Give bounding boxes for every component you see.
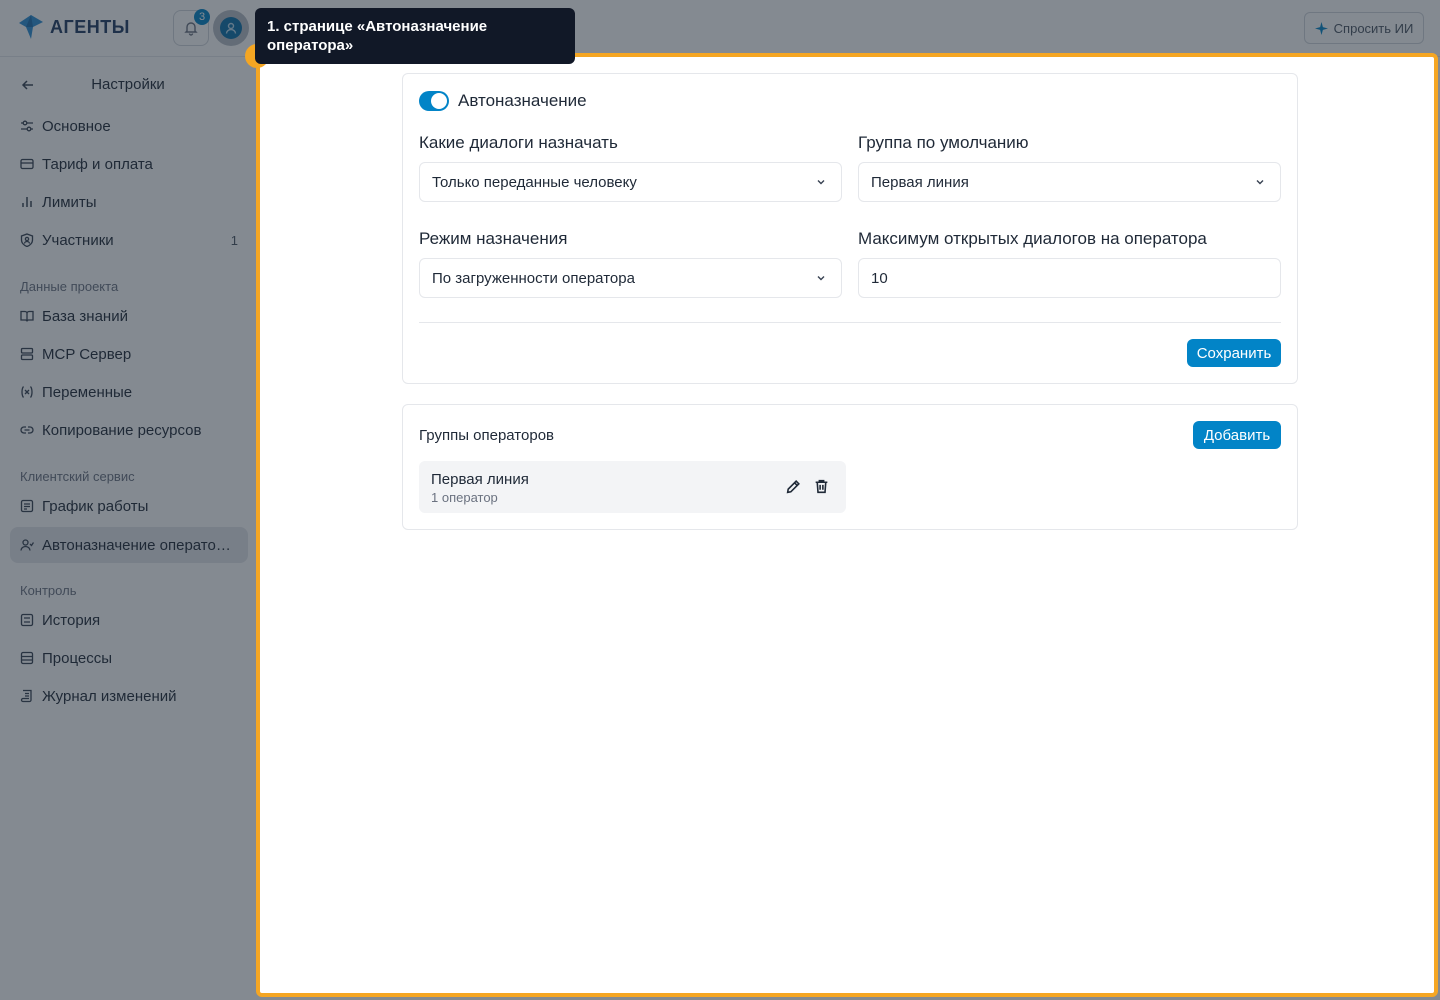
mode-label: Режим назначения [419, 229, 568, 248]
max-dialogs-input[interactable] [858, 258, 1281, 298]
sidebar-item-label: Процессы [42, 649, 113, 667]
sidebar-header: Настройки [0, 72, 256, 98]
autoassign-settings-card: Автоназначение Какие диалоги назначать Т… [402, 73, 1298, 384]
autoassign-toggle[interactable] [419, 91, 449, 111]
sparkle-icon [1314, 21, 1328, 35]
mode-select[interactable]: По загруженности оператора [419, 258, 842, 298]
ask-ai-button[interactable]: Спросить ИИ [1304, 12, 1424, 44]
sidebar-item-variables[interactable]: Переменные [10, 374, 248, 410]
max-dialogs-label: Максимум открытых диалогов на оператора [858, 229, 1207, 248]
sidebar-item-label: Участники [42, 231, 114, 249]
toggle-knob [431, 93, 447, 109]
sidebar-item-label: История [42, 611, 101, 629]
sidebar-item-copy-resources[interactable]: Копирование ресурсов [10, 412, 248, 448]
autoassign-toggle-row: Автоназначение [419, 91, 587, 111]
add-group-button[interactable]: Добавить [1193, 421, 1281, 449]
default-group-label: Группа по умолчанию [858, 133, 1029, 152]
sidebar-item-billing[interactable]: Тариф и оплата [10, 146, 248, 182]
sidebar-item-label: Автоназначение операторов [42, 536, 234, 554]
bar-chart-icon [20, 195, 34, 209]
shield-user-icon [20, 233, 34, 247]
sidebar-item-schedule[interactable]: График работы [10, 488, 248, 524]
sidebar-item-label: База знаний [42, 307, 128, 325]
sidebar: Настройки Основное Тариф и оплата Лимиты… [0, 57, 256, 1000]
logo-text: АГЕНТЫ [50, 16, 130, 37]
group-operators-count: 1 оператор [431, 490, 498, 505]
sidebar-item-label: Тариф и оплата [42, 155, 153, 173]
database-icon [20, 651, 34, 665]
credit-card-icon [20, 157, 34, 171]
link-icon [20, 423, 34, 437]
logo-icon [19, 15, 43, 39]
list-icon [20, 613, 34, 627]
default-group-value: Первая линия [871, 173, 969, 191]
user-icon [225, 22, 237, 34]
user-assign-icon [20, 538, 34, 552]
sidebar-item-history[interactable]: История [10, 602, 248, 638]
default-group-select[interactable]: Первая линия [858, 162, 1281, 202]
section-control: Контроль [20, 583, 77, 598]
top-bar: АГЕНТЫ 3 Спросить ИИ [0, 0, 1440, 57]
variable-icon [20, 385, 34, 399]
dialogs-label: Какие диалоги назначать [419, 133, 618, 152]
sidebar-item-processes[interactable]: Процессы [10, 640, 248, 676]
sidebar-item-changelog[interactable]: Журнал изменений [10, 678, 248, 714]
chevron-down-icon [1256, 180, 1264, 185]
sidebar-item-knowledge-base[interactable]: База знаний [10, 298, 248, 334]
section-project: Данные проекта [20, 279, 119, 294]
group-name: Первая линия [431, 471, 529, 488]
members-count: 1 [230, 232, 238, 248]
sidebar-item-main[interactable]: Основное [10, 108, 248, 144]
trash-icon[interactable] [813, 478, 830, 500]
sliders-icon [20, 119, 34, 133]
sidebar-item-label: Копирование ресурсов [42, 421, 202, 439]
scroll-icon [20, 689, 34, 703]
user-avatar-button[interactable] [213, 10, 249, 46]
groups-title: Группы операторов [419, 427, 555, 444]
sidebar-item-members[interactable]: Участники 1 [10, 222, 248, 258]
book-icon [20, 309, 34, 323]
sidebar-item-label: MCP Сервер [42, 345, 132, 363]
sidebar-item-label: Лимиты [42, 193, 97, 211]
save-button[interactable]: Сохранить [1187, 339, 1281, 367]
tour-tooltip: 1. странице «Автоназначение оператора» [255, 8, 575, 64]
sidebar-item-label: Журнал изменений [42, 687, 177, 705]
sidebar-item-operator-autoassign[interactable]: Автоназначение операторов [10, 527, 248, 563]
autoassign-label: Автоназначение [458, 91, 587, 110]
sidebar-title: Настройки [91, 76, 165, 93]
chevron-down-icon [817, 276, 825, 281]
sidebar-item-label: Переменные [42, 383, 133, 401]
edit-pencil-icon[interactable] [785, 478, 802, 500]
sidebar-item-mcp-server[interactable]: MCP Сервер [10, 336, 248, 372]
notifications-badge: 3 [194, 9, 210, 25]
mode-value: По загруженности оператора [432, 269, 635, 287]
section-client-service: Клиентский сервис [20, 469, 135, 484]
ask-ai-label: Спросить ИИ [1333, 20, 1414, 36]
server-icon [20, 347, 34, 361]
calendar-icon [20, 499, 34, 513]
dialogs-select[interactable]: Только переданные человеку [419, 162, 842, 202]
operator-groups-card: Группы операторов Добавить Первая линия … [402, 404, 1298, 530]
group-item[interactable]: Первая линия 1 оператор [419, 461, 846, 513]
sidebar-item-label: Основное [42, 117, 111, 135]
divider [419, 322, 1281, 323]
chevron-down-icon [817, 180, 825, 185]
avatar [220, 17, 242, 39]
logo[interactable]: АГЕНТЫ [18, 14, 130, 40]
sidebar-item-limits[interactable]: Лимиты [10, 184, 248, 220]
sidebar-item-label: График работы [42, 497, 149, 515]
dialogs-value: Только переданные человеку [432, 173, 637, 191]
